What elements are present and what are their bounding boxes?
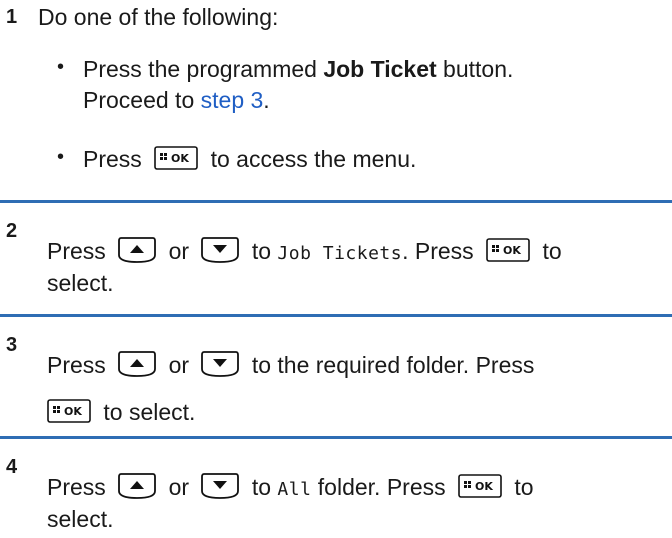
to-text: to [251, 238, 271, 264]
press-text: Press [47, 474, 106, 500]
or-text: or [168, 238, 190, 264]
down-arrow-key-icon [199, 235, 241, 265]
job-ticket-button-name: Job Ticket [323, 56, 437, 82]
step-3-line-1: Press or to the required folder. Press [47, 350, 534, 382]
job-tickets-menu-label: Job Tickets [277, 243, 403, 264]
step-1-bullet-1-line-1: Press the programmed Job Ticket button. [83, 54, 513, 84]
menu-ok-key-icon: OK [47, 399, 91, 423]
menu-ok-key-icon: OK [458, 474, 502, 498]
to-text: to [251, 474, 271, 500]
step-4-number: 4 [6, 456, 18, 478]
step-1-intro: Do one of the following: [38, 4, 279, 30]
step-4-line-2: select. [47, 506, 114, 532]
proceed-text: Proceed to [83, 87, 201, 113]
or-text: or [168, 352, 190, 378]
down-arrow-key-icon [199, 349, 241, 379]
svg-text:OK: OK [503, 244, 521, 257]
section-divider [0, 314, 672, 317]
step-1-bullet-1-line-2: Proceed to step 3. [83, 85, 270, 115]
step-2-number: 2 [6, 220, 18, 242]
step-3-instruction: to the required folder. Press [251, 352, 535, 378]
svg-text:OK: OK [64, 405, 82, 418]
svg-text:OK: OK [171, 152, 189, 165]
to-text: to [514, 474, 534, 500]
bullet-1-prefix: Press the programmed [83, 56, 324, 82]
step-1-bullet-2: Press OK to access the menu. [83, 144, 416, 174]
bullet-1-suffix: button. [436, 56, 514, 82]
step-3-line-2: OK to select. [47, 397, 195, 427]
down-arrow-key-icon [199, 471, 241, 501]
menu-ok-key-icon: OK [154, 146, 198, 170]
to-text: to [542, 238, 562, 264]
up-arrow-key-icon [116, 235, 158, 265]
step-2-line-2: select. [47, 270, 114, 296]
or-text: or [168, 474, 190, 500]
press-text: Press [47, 352, 106, 378]
bullet-2-prefix: Press [83, 146, 142, 172]
folder-press-text: folder. Press [311, 474, 446, 500]
menu-ok-key-icon: OK [486, 238, 530, 262]
bullet-marker: • [57, 56, 65, 78]
bullet-2-suffix: to access the menu. [210, 146, 417, 172]
step-3-number: 3 [6, 334, 18, 356]
up-arrow-key-icon [116, 349, 158, 379]
press-text: . Press [402, 238, 474, 264]
step-2-line-1: Press or to Job Tickets. Press OK to [47, 236, 562, 269]
to-select-text: to select. [103, 399, 196, 425]
step-1-number: 1 [6, 6, 18, 28]
press-text: Press [47, 238, 106, 264]
section-divider [0, 200, 672, 203]
svg-text:OK: OK [475, 480, 493, 493]
step-3-link[interactable]: step 3 [201, 87, 264, 113]
proceed-period: . [263, 87, 270, 113]
all-folder-label: All [277, 479, 312, 500]
step-4-line-1: Press or to All folder. Press OK to [47, 472, 534, 505]
up-arrow-key-icon [116, 471, 158, 501]
section-divider [0, 436, 672, 439]
bullet-marker: • [57, 146, 65, 168]
